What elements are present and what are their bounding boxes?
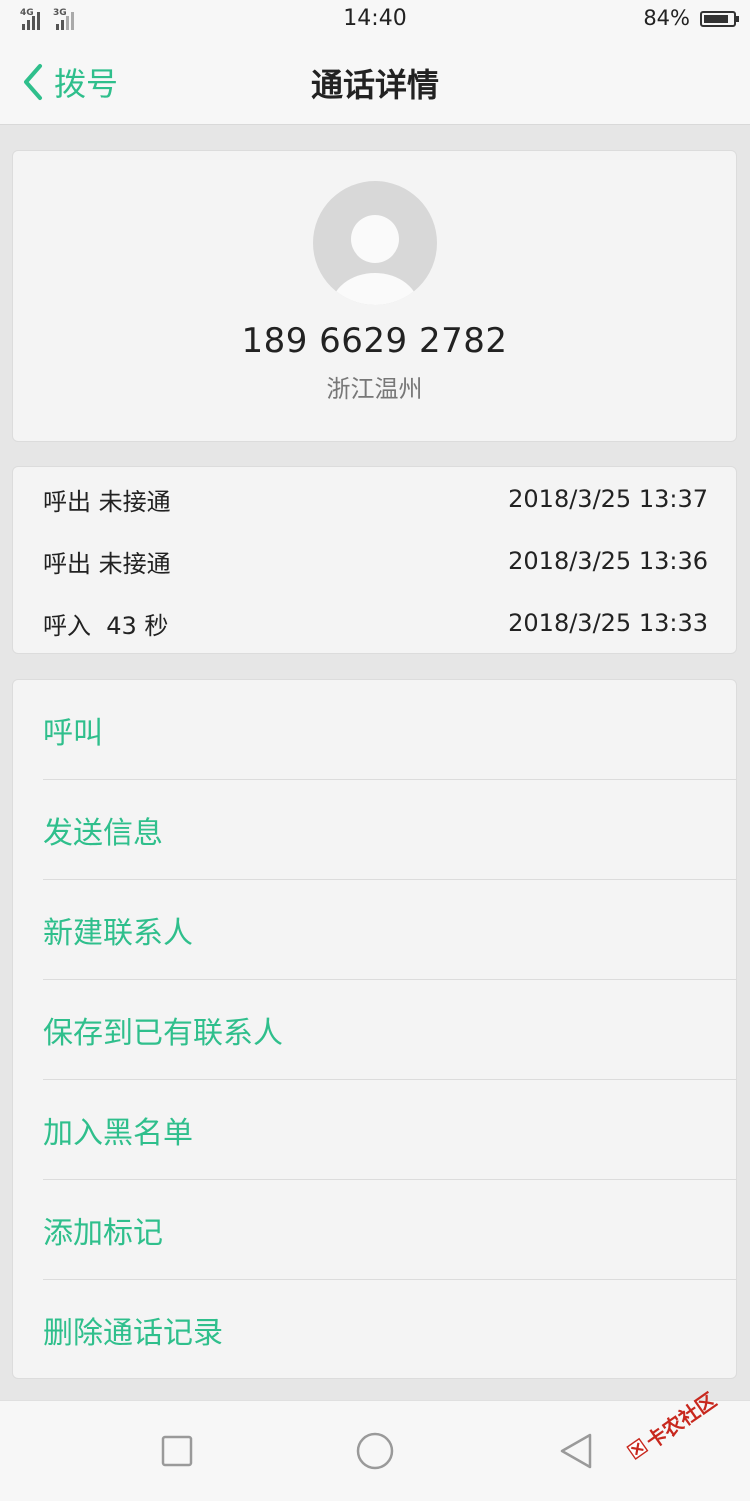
- circle-icon[interactable]: [355, 1431, 395, 1471]
- call-history-row: 呼出 未接通 2018/3/25 13:37: [43, 479, 708, 519]
- call-type: 呼入 43 秒: [43, 611, 169, 640]
- square-icon[interactable]: [157, 1431, 197, 1471]
- call-type: 呼出 未接通: [43, 549, 171, 578]
- avatar: [313, 181, 437, 305]
- clock: 14:40: [343, 6, 407, 31]
- call-history-row: 呼出 未接通 2018/3/25 13:36: [43, 541, 708, 581]
- page-title: 通话详情: [310, 66, 439, 104]
- send-message-button[interactable]: 发送信息: [43, 780, 736, 880]
- actions-card: 呼叫 发送信息 新建联系人 保存到已有联系人 加入黑名单 添加标记 删除通话记录: [12, 679, 737, 1379]
- call-button[interactable]: 呼叫: [43, 680, 736, 780]
- call-history-card: 呼出 未接通 2018/3/25 13:37 呼出 未接通 2018/3/25 …: [12, 466, 737, 654]
- phone-location: 浙江温州: [326, 375, 423, 403]
- call-datetime: 2018/3/25 13:36: [508, 547, 708, 575]
- add-to-blacklist-button[interactable]: 加入黑名单: [43, 1080, 736, 1180]
- call-type: 呼出 未接通: [43, 487, 171, 516]
- call-datetime: 2018/3/25 13:33: [508, 609, 708, 637]
- new-contact-button[interactable]: 新建联系人: [43, 880, 736, 980]
- call-history-row: 呼入 43 秒 2018/3/25 13:33: [43, 603, 708, 643]
- back-triangle-icon[interactable]: [556, 1431, 596, 1471]
- person-icon: [351, 215, 399, 263]
- battery-icon: [700, 11, 739, 27]
- contact-card: 189 6629 2782 浙江温州: [12, 150, 737, 442]
- status-bar: 4G 3G 14:40 84%: [0, 0, 750, 38]
- add-tag-button[interactable]: 添加标记: [43, 1180, 736, 1280]
- delete-call-log-button[interactable]: 删除通话记录: [43, 1280, 736, 1380]
- save-to-existing-contact-button[interactable]: 保存到已有联系人: [43, 980, 736, 1080]
- battery-percent: 84%: [643, 6, 690, 30]
- app-header: 拨号 通话详情: [0, 38, 750, 125]
- phone-number: 189 6629 2782: [241, 321, 508, 361]
- call-datetime: 2018/3/25 13:37: [508, 485, 708, 513]
